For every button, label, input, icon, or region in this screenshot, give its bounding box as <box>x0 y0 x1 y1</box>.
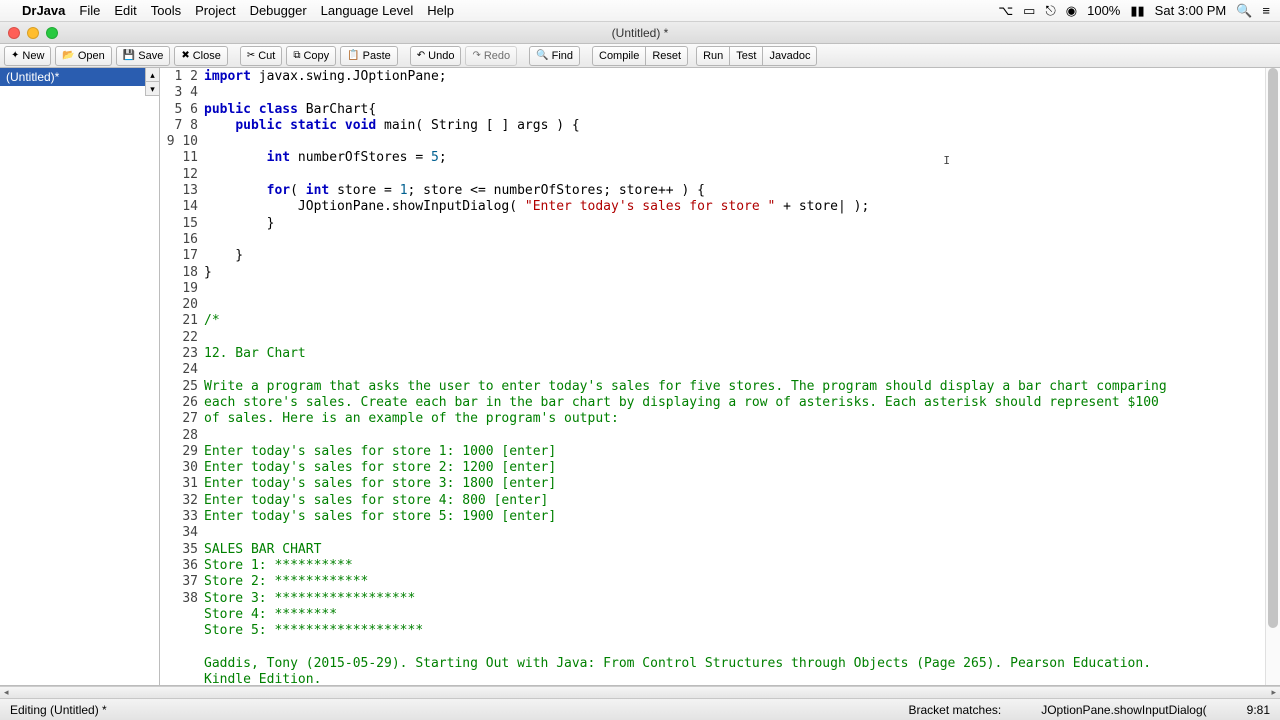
vertical-scrollbar[interactable] <box>1265 68 1280 685</box>
wifi-icon[interactable]: ◉ <box>1066 3 1077 19</box>
menu-help[interactable]: Help <box>427 3 454 18</box>
menu-tools[interactable]: Tools <box>151 3 181 18</box>
find-button[interactable]: 🔍Find <box>529 46 580 66</box>
clock[interactable]: Sat 3:00 PM <box>1155 3 1227 18</box>
code-editor[interactable]: 1 2 3 4 5 6 7 8 9 10 11 12 13 14 15 16 1… <box>160 68 1280 685</box>
line-number-gutter: 1 2 3 4 5 6 7 8 9 10 11 12 13 14 15 16 1… <box>160 68 204 685</box>
zoom-window-button[interactable] <box>46 27 58 39</box>
menu-debugger[interactable]: Debugger <box>250 3 307 18</box>
bracket-match-value: JOptionPane.showInputDialog( <box>1041 703 1206 717</box>
code-area[interactable]: import javax.swing.JOptionPane; public c… <box>204 68 1265 685</box>
menu-language-level[interactable]: Language Level <box>321 3 414 18</box>
hscroll-left-icon[interactable]: ◂ <box>4 687 9 698</box>
sidebar-up-icon[interactable]: ▴ <box>145 68 159 82</box>
run-button[interactable]: Run <box>696 46 729 66</box>
battery-icon[interactable]: ▮▮ <box>1130 3 1144 19</box>
toolbar: ✦New 📂Open 💾Save ✖Close ✂Cut ⧉Copy 📋Past… <box>0 44 1280 68</box>
horizontal-scrollbar[interactable]: ◂ ▸ <box>0 686 1280 698</box>
minimize-window-button[interactable] <box>27 27 39 39</box>
sidebar-down-icon[interactable]: ▾ <box>145 82 159 96</box>
save-button[interactable]: 💾Save <box>116 46 171 66</box>
new-icon: ✦ <box>11 50 19 61</box>
undo-icon: ↶ <box>417 50 425 61</box>
screen-icon[interactable]: ▭ <box>1023 3 1035 19</box>
close-icon: ✖ <box>181 50 189 61</box>
spotlight-icon[interactable]: 🔍 <box>1236 3 1252 19</box>
menu-edit[interactable]: Edit <box>114 3 136 18</box>
paste-icon: 📋 <box>347 50 359 61</box>
macos-menubar: DrJava File Edit Tools Project Debugger … <box>0 0 1280 22</box>
menu-file[interactable]: File <box>79 3 100 18</box>
find-icon: 🔍 <box>536 50 548 61</box>
undo-button[interactable]: ↶Undo <box>410 46 462 66</box>
open-button[interactable]: 📂Open <box>55 46 111 66</box>
sidebar-file-item[interactable]: (Untitled)* <box>0 68 159 86</box>
copy-button[interactable]: ⧉Copy <box>286 46 336 66</box>
redo-icon: ↷ <box>472 50 480 61</box>
copy-icon: ⧉ <box>293 50 300 61</box>
close-button[interactable]: ✖Close <box>174 46 228 66</box>
cut-button[interactable]: ✂Cut <box>240 46 283 66</box>
menu-project[interactable]: Project <box>195 3 235 18</box>
menu-icon[interactable]: ≡ <box>1262 3 1270 18</box>
javadoc-button[interactable]: Javadoc <box>762 46 817 66</box>
main-area: (Untitled)* ▴ ▾ 1 2 3 4 5 6 7 8 9 10 11 … <box>0 68 1280 686</box>
paste-button[interactable]: 📋Paste <box>340 46 398 66</box>
status-bar: Editing (Untitled) * Bracket matches: JO… <box>0 698 1280 720</box>
file-list-sidebar: (Untitled)* ▴ ▾ <box>0 68 160 685</box>
scrollbar-thumb[interactable] <box>1268 68 1278 628</box>
cursor-position: 9:81 <box>1247 703 1270 717</box>
compile-button[interactable]: Compile <box>592 46 645 66</box>
new-button[interactable]: ✦New <box>4 46 51 66</box>
bracket-match-label: Bracket matches: <box>909 703 1002 717</box>
app-name[interactable]: DrJava <box>22 3 65 18</box>
close-window-button[interactable] <box>8 27 20 39</box>
dropbox-icon[interactable]: ⌥ <box>998 3 1013 19</box>
battery-percent: 100% <box>1087 3 1120 18</box>
save-icon: 💾 <box>123 50 135 61</box>
test-button[interactable]: Test <box>729 46 762 66</box>
window-titlebar: (Untitled) * <box>0 22 1280 44</box>
cut-icon: ✂ <box>247 50 255 61</box>
redo-button[interactable]: ↷Redo <box>465 46 517 66</box>
window-title: (Untitled) * <box>612 26 669 40</box>
status-left: Editing (Untitled) * <box>10 703 107 717</box>
open-icon: 📂 <box>62 50 74 61</box>
hscroll-right-icon[interactable]: ▸ <box>1271 687 1276 698</box>
bluetooth-icon[interactable]: ⎋ <box>1045 3 1055 19</box>
reset-button[interactable]: Reset <box>645 46 688 66</box>
text-cursor-icon: I <box>943 154 950 167</box>
